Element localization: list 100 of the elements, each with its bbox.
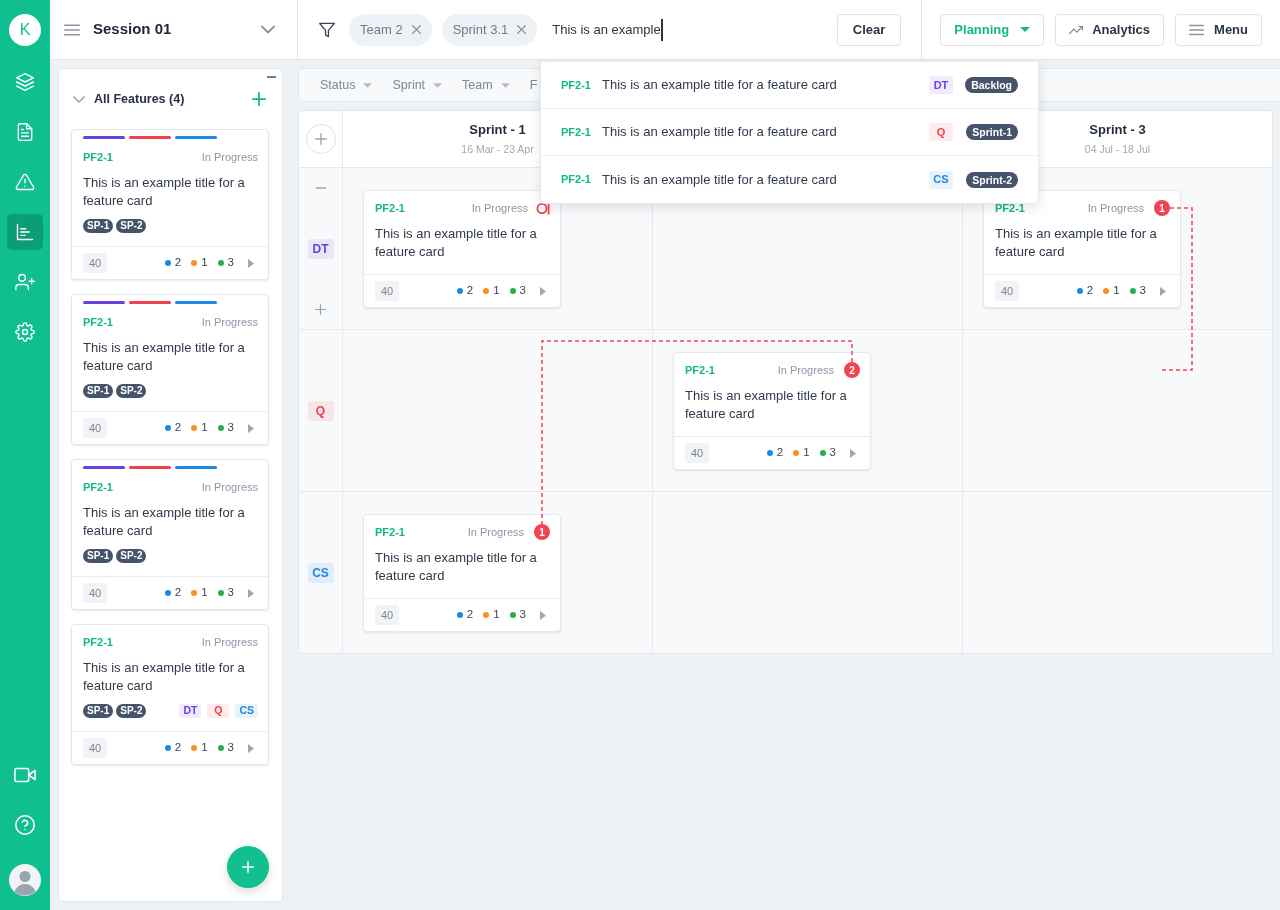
clear-button[interactable]: Clear bbox=[836, 13, 902, 46]
card-title: This is an example title for a feature card bbox=[83, 504, 246, 540]
filter-chip[interactable]: Sprint 3.1 bbox=[441, 13, 538, 46]
count-value: 1 bbox=[201, 420, 208, 436]
add-feature-button[interactable] bbox=[227, 846, 269, 888]
team-tag: DT bbox=[929, 76, 953, 94]
card-title: This is an example title for a feature card bbox=[83, 174, 246, 210]
caret-down-icon bbox=[1020, 27, 1031, 32]
sprint-tag: SP-2 bbox=[116, 704, 147, 718]
caret-right-icon[interactable] bbox=[1160, 286, 1166, 296]
count-value: 3 bbox=[1139, 283, 1146, 299]
story-points: 40 bbox=[375, 605, 399, 625]
team-tag: Q bbox=[929, 123, 953, 141]
add-column-button[interactable] bbox=[305, 124, 336, 154]
chevron-down-icon[interactable] bbox=[73, 95, 85, 103]
dependency-badge[interactable]: 1 bbox=[1154, 200, 1170, 216]
document-icon bbox=[15, 122, 35, 142]
sprint-tag: Sprint-2 bbox=[966, 171, 1018, 188]
result-title: This is an example title for a feature card bbox=[602, 123, 838, 142]
filter-chip[interactable]: Team 2 bbox=[349, 13, 432, 46]
card-title: This is an example title for a feature card bbox=[375, 225, 538, 261]
status-label: In Progress bbox=[201, 634, 258, 650]
status-label: In Progress bbox=[467, 524, 524, 540]
feature-card[interactable]: PF2-1 In Progress 1 This is an example title for a feature card 40 2 1 3 bbox=[983, 190, 1181, 308]
dependency-badge[interactable]: 2 bbox=[844, 362, 860, 378]
menu-icon bbox=[1189, 23, 1205, 36]
feature-card[interactable]: PF2-1 In Progress This is an example title for a feature card SP-1 SP-2 DT Q CS 40 2 1 3 bbox=[71, 624, 269, 765]
sprint-tag: SP-1 bbox=[83, 384, 114, 398]
layers-icon bbox=[15, 72, 35, 92]
search-result[interactable]: PF2-1 This is an example title for a feature card Q Sprint-1 bbox=[541, 109, 1038, 156]
add-row-button[interactable] bbox=[314, 303, 327, 315]
story-points: 40 bbox=[685, 443, 709, 463]
feature-id: PF2-1 bbox=[375, 524, 405, 540]
feature-id: PF2-1 bbox=[685, 362, 715, 378]
count-value: 2 bbox=[1086, 283, 1094, 299]
menu-icon[interactable] bbox=[64, 21, 80, 38]
chart-icon bbox=[15, 222, 35, 242]
filter-dropdown[interactable]: Sprint bbox=[392, 75, 443, 95]
caret-down-icon bbox=[363, 82, 373, 88]
team-tag: DT bbox=[307, 238, 334, 259]
close-icon[interactable] bbox=[517, 25, 527, 34]
trend-icon bbox=[1069, 24, 1084, 35]
caret-right-icon[interactable] bbox=[850, 448, 856, 458]
status-label: In Progress bbox=[1087, 200, 1144, 216]
connector-end-icon[interactable] bbox=[536, 201, 550, 215]
count-value: 1 bbox=[201, 740, 208, 756]
sprint-tag: SP-1 bbox=[83, 549, 114, 563]
caret-down-icon bbox=[500, 82, 510, 88]
team-tag: Q bbox=[207, 704, 230, 718]
team-tag: CS bbox=[235, 704, 258, 718]
feature-id: PF2-1 bbox=[83, 634, 113, 650]
avatar-icon[interactable] bbox=[9, 864, 41, 896]
caret-right-icon[interactable] bbox=[248, 743, 254, 753]
caret-right-icon[interactable] bbox=[540, 610, 546, 620]
chevron-down-icon[interactable] bbox=[261, 25, 275, 34]
sprint-tag: Backlog bbox=[965, 77, 1018, 93]
caret-right-icon[interactable] bbox=[248, 423, 254, 433]
story-points: 40 bbox=[995, 281, 1019, 301]
sidebar-item[interactable] bbox=[7, 214, 43, 250]
count-value: 1 bbox=[493, 607, 500, 623]
feature-card[interactable]: PF2-1 In Progress This is an example title for a feature card SP-1 SP-2 40 2 1 3 bbox=[71, 129, 269, 280]
feature-card[interactable]: PF2-1 In Progress 2 This is an example title for a feature card 40 2 1 3 bbox=[673, 352, 871, 470]
search-field[interactable]: This is an example bbox=[552, 13, 823, 46]
feature-id: PF2-1 bbox=[375, 200, 405, 216]
caret-right-icon[interactable] bbox=[248, 588, 254, 598]
feature-id: PF2-1 bbox=[83, 149, 113, 165]
feature-id: PF2-1 bbox=[995, 200, 1025, 216]
count-value: 1 bbox=[201, 585, 208, 601]
count-value: 2 bbox=[466, 607, 474, 623]
count-value: 3 bbox=[519, 283, 526, 299]
card-title: This is an example title for a feature card bbox=[83, 339, 246, 375]
caret-right-icon[interactable] bbox=[248, 258, 254, 268]
story-points: 40 bbox=[83, 583, 107, 603]
search-result[interactable]: PF2-1 This is an example title for a feature card DT Backlog bbox=[541, 62, 1038, 109]
feature-card[interactable]: PF2-1 In Progress This is an example title for a feature card 40 2 1 3 bbox=[363, 190, 561, 308]
feature-card[interactable]: PF2-1 In Progress This is an example title for a feature card SP-1 SP-2 40 2 1 3 bbox=[71, 459, 269, 610]
filter-icon[interactable] bbox=[319, 21, 335, 38]
dependency-badge[interactable]: 1 bbox=[534, 524, 550, 540]
menu-button[interactable]: Menu bbox=[1175, 13, 1262, 46]
collapse-button[interactable] bbox=[266, 75, 276, 79]
status-label: In Progress bbox=[471, 200, 528, 216]
count-value: 3 bbox=[829, 445, 836, 461]
minus-icon bbox=[315, 187, 326, 189]
view-button[interactable]: Analytics bbox=[1055, 13, 1165, 46]
status-label: In Progress bbox=[201, 479, 258, 495]
filter-dropdown[interactable]: Team bbox=[462, 75, 510, 95]
filter-dropdown[interactable]: Status bbox=[320, 75, 373, 95]
result-title: This is an example title for a feature card bbox=[602, 170, 838, 189]
feature-card[interactable]: PF2-1 In Progress 1 This is an example title for a feature card 40 2 1 3 bbox=[363, 514, 561, 632]
count-value: 3 bbox=[227, 420, 234, 436]
sprint-tag: SP-1 bbox=[83, 704, 114, 718]
caret-right-icon[interactable] bbox=[540, 286, 546, 296]
count-value: 2 bbox=[174, 585, 182, 601]
session-title: Session 01 bbox=[93, 19, 172, 40]
count-value: 3 bbox=[227, 585, 234, 601]
count-value: 2 bbox=[174, 740, 182, 756]
sprint-tag: SP-2 bbox=[116, 219, 147, 233]
feature-card[interactable]: PF2-1 In Progress This is an example title for a feature card SP-1 SP-2 40 2 1 3 bbox=[71, 294, 269, 445]
add-icon[interactable] bbox=[252, 92, 266, 106]
close-icon[interactable] bbox=[411, 25, 421, 34]
